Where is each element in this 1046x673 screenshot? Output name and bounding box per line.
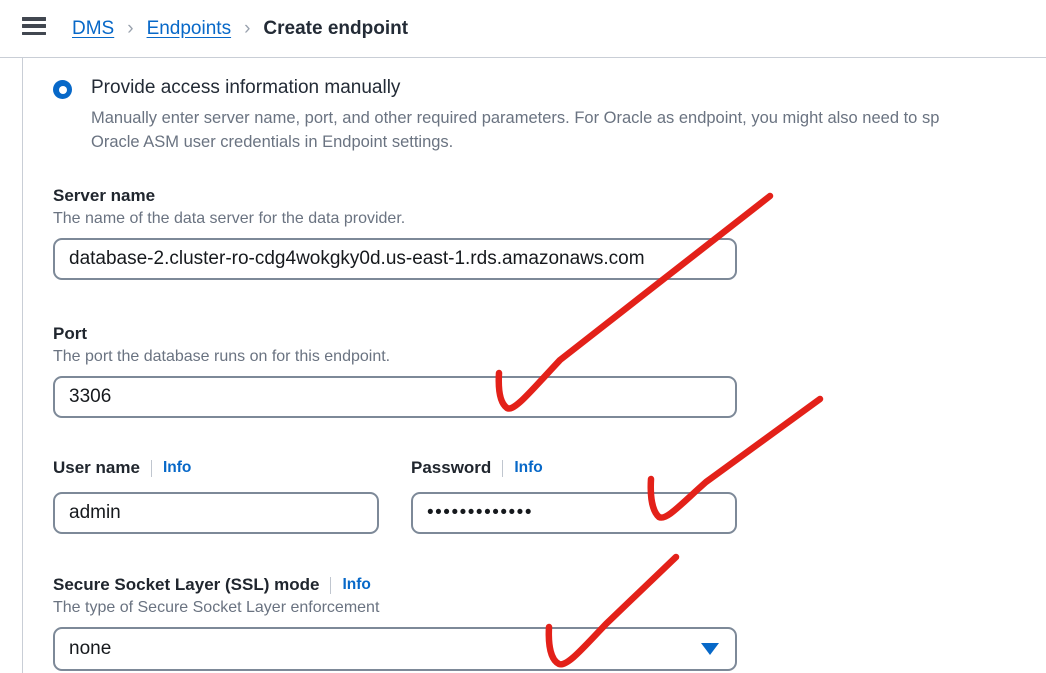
breadcrumb-item-endpoints[interactable]: Endpoints bbox=[147, 18, 232, 40]
field-server-name: Server name The name of the data server … bbox=[53, 186, 737, 280]
input-user-name-value: admin bbox=[69, 502, 121, 523]
field-ssl-mode: Secure Socket Layer (SSL) mode Info The … bbox=[53, 575, 737, 671]
label-separator bbox=[330, 576, 332, 594]
info-link-ssl-mode[interactable]: Info bbox=[342, 576, 370, 594]
breadcrumb: DMS › Endpoints › Create endpoint bbox=[72, 0, 408, 57]
input-server-name-value: database-2.cluster-ro-cdg4wokgky0d.us-ea… bbox=[69, 248, 645, 269]
label-user-name-text: User name bbox=[53, 458, 140, 477]
breadcrumb-separator-icon: › bbox=[127, 17, 134, 39]
label-separator bbox=[502, 459, 504, 477]
radio-label-provide-access-manually: Provide access information manually bbox=[91, 77, 401, 98]
input-user-name[interactable]: admin bbox=[53, 492, 379, 534]
label-password-text: Password bbox=[411, 458, 492, 477]
description-server-name: The name of the data server for the data… bbox=[53, 210, 406, 227]
page-root: DMS › Endpoints › Create endpoint Provid… bbox=[0, 0, 1046, 673]
label-user-name: User name Info bbox=[53, 458, 379, 478]
select-ssl-mode-value: none bbox=[69, 638, 112, 659]
breadcrumb-item-dms[interactable]: DMS bbox=[72, 18, 114, 40]
breadcrumb-separator-icon: › bbox=[244, 17, 251, 39]
chevron-down-icon bbox=[701, 643, 719, 655]
info-link-user-name[interactable]: Info bbox=[163, 459, 191, 477]
description-ssl-mode: The type of Secure Socket Layer enforcem… bbox=[53, 599, 380, 616]
breadcrumb-bar: DMS › Endpoints › Create endpoint bbox=[0, 0, 1046, 57]
radio-description-line1: Manually enter server name, port, and ot… bbox=[91, 109, 940, 127]
input-password[interactable]: ••••••••••••• bbox=[411, 492, 737, 534]
field-password: Password Info ••••••••••••• bbox=[411, 458, 737, 534]
field-user-name: User name Info admin bbox=[53, 458, 379, 534]
label-password: Password Info bbox=[411, 458, 737, 478]
radio-provide-access-manually[interactable] bbox=[53, 80, 72, 99]
label-ssl-mode-text: Secure Socket Layer (SSL) mode bbox=[53, 575, 320, 594]
input-password-value: ••••••••••••• bbox=[427, 502, 533, 523]
label-server-name-text: Server name bbox=[53, 186, 156, 205]
hamburger-bar bbox=[22, 31, 46, 35]
select-ssl-mode[interactable]: none bbox=[53, 627, 737, 671]
form-content: Provide access information manually Manu… bbox=[0, 58, 1046, 673]
hamburger-bar bbox=[22, 24, 46, 28]
radio-description-line2: Oracle ASM user credentials in Endpoint … bbox=[91, 133, 454, 151]
hamburger-bar bbox=[22, 17, 46, 21]
description-port: The port the database runs on for this e… bbox=[53, 348, 391, 365]
input-port-value: 3306 bbox=[69, 386, 112, 407]
label-server-name: Server name bbox=[53, 186, 737, 206]
input-server-name[interactable]: database-2.cluster-ro-cdg4wokgky0d.us-ea… bbox=[53, 238, 737, 280]
info-link-password[interactable]: Info bbox=[514, 459, 542, 477]
radio-description: Manually enter server name, port, and ot… bbox=[91, 106, 1046, 154]
label-separator bbox=[150, 459, 152, 477]
label-ssl-mode: Secure Socket Layer (SSL) mode Info bbox=[53, 575, 737, 595]
label-port: Port bbox=[53, 324, 737, 344]
breadcrumb-item-create-endpoint: Create endpoint bbox=[263, 17, 409, 39]
input-port[interactable]: 3306 bbox=[53, 376, 737, 418]
field-port: Port The port the database runs on for t… bbox=[53, 324, 737, 418]
label-port-text: Port bbox=[53, 324, 87, 343]
hamburger-menu-icon[interactable] bbox=[22, 17, 46, 35]
